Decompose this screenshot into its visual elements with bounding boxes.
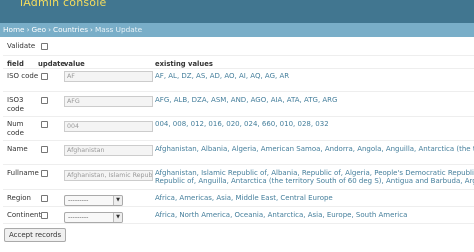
existing-values-num-code[interactable]: 004, 008, 012, 016, 020, 024, 660, 010, … xyxy=(155,120,474,129)
divider xyxy=(3,140,474,141)
breadcrumb-home[interactable]: Home xyxy=(3,25,25,34)
chevron-down-icon: ▼ xyxy=(113,213,122,222)
update-checkbox-continent[interactable] xyxy=(41,212,48,219)
region-select[interactable]: --------- ▼ xyxy=(64,195,123,206)
app-header: iAdmin console xyxy=(0,0,474,23)
breadcrumb: Home › Geo › Countries › Mass Update xyxy=(0,23,474,37)
field-label-iso3-code: ISO3 code xyxy=(7,96,24,113)
fullname-input[interactable]: Afghanistan, Islamic Republic xyxy=(64,170,153,181)
update-checkbox-fullname[interactable] xyxy=(41,170,48,177)
divider xyxy=(3,164,474,165)
divider xyxy=(3,223,474,224)
existing-values-fullname-line-2[interactable]: Republic of, Anguilla, Antarctica (the t… xyxy=(155,177,474,186)
field-label-name: Name xyxy=(7,145,28,153)
chevron-down-icon: ▼ xyxy=(113,196,122,205)
column-header-field: field xyxy=(7,60,24,68)
existing-values-iso-code[interactable]: AF, AL, DZ, AS, AD, AO, AI, AQ, AG, AR xyxy=(155,72,474,81)
divider xyxy=(3,91,474,92)
iso3-code-input[interactable]: AFG xyxy=(64,96,153,107)
accept-records-button[interactable]: Accept records xyxy=(4,228,67,242)
validate-checkbox[interactable] xyxy=(41,43,48,50)
name-input[interactable]: Afghanistan xyxy=(64,145,153,156)
field-label-fullname: Fullname xyxy=(7,169,39,177)
divider xyxy=(3,206,474,207)
breadcrumb-separator: › xyxy=(90,25,93,34)
update-checkbox-num-code[interactable] xyxy=(41,121,48,128)
divider xyxy=(3,55,474,56)
existing-values-iso3-code[interactable]: AFG, ALB, DZA, ASM, AND, AGO, AIA, ATA, … xyxy=(155,96,474,105)
breadcrumb-separator: › xyxy=(26,25,30,34)
update-checkbox-iso-code[interactable] xyxy=(41,73,48,80)
divider xyxy=(3,68,474,69)
divider xyxy=(3,116,474,117)
breadcrumb-separator: › xyxy=(48,25,52,34)
continent-select-value: --------- xyxy=(68,214,89,221)
continent-select[interactable]: --------- ▼ xyxy=(64,212,123,223)
app-title: iAdmin console xyxy=(20,0,107,9)
divider xyxy=(3,189,474,190)
iso-code-input[interactable]: AF xyxy=(64,71,153,82)
field-label-continent: Continent xyxy=(7,211,42,219)
column-header-existing-values: existing values xyxy=(155,60,213,68)
existing-values-name[interactable]: Afghanistan, Albania, Algeria, American … xyxy=(155,145,474,154)
breadcrumb-countries[interactable]: Countries xyxy=(53,25,88,34)
num-code-input[interactable]: 004 xyxy=(64,121,153,132)
breadcrumb-geo[interactable]: Geo xyxy=(31,25,46,34)
existing-values-continent[interactable]: Africa, North America, Oceania, Antarcti… xyxy=(155,211,474,220)
region-select-value: --------- xyxy=(68,197,89,204)
column-header-update: update xyxy=(38,60,66,68)
column-header-value: value xyxy=(64,60,85,68)
existing-values-region[interactable]: Africa, Americas, Asia, Middle East, Cen… xyxy=(155,194,474,203)
validate-label: Validate xyxy=(7,42,36,50)
field-label-region: Region xyxy=(7,194,31,202)
update-checkbox-name[interactable] xyxy=(41,146,48,153)
update-checkbox-iso3-code[interactable] xyxy=(41,97,48,104)
field-label-iso-code: ISO code xyxy=(7,72,39,80)
breadcrumb-current: Mass Update xyxy=(94,25,143,34)
update-checkbox-region[interactable] xyxy=(41,195,48,202)
field-label-num-code: Num code xyxy=(7,120,24,137)
